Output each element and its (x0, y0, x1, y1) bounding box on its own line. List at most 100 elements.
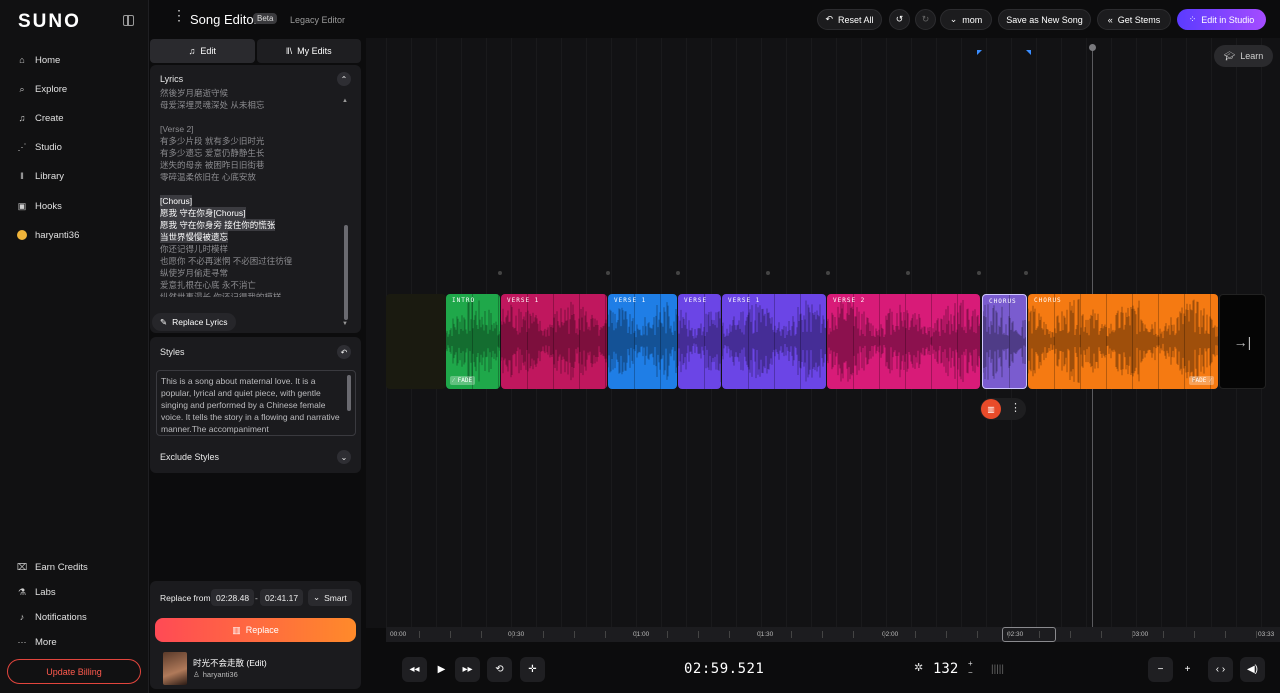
tab-edit[interactable]: ♫ Edit (150, 39, 255, 63)
snap-button[interactable]: ✛ (520, 657, 545, 682)
model-label: mom (962, 14, 983, 25)
legacy-editor-link[interactable]: Legacy Editor (290, 15, 345, 25)
learn-button[interactable]: 🎓︎ Learn (1214, 45, 1273, 67)
model-select[interactable]: ⌄ mom (940, 9, 992, 30)
song-section[interactable]: VERSE 1 (608, 294, 677, 389)
play-button[interactable]: ▶ (429, 657, 454, 682)
replace-section-button[interactable]: ▥ (981, 399, 1001, 419)
fast-forward-button[interactable]: ▸▸ (455, 657, 480, 682)
sidebar-item-earn-credits[interactable]: ⌧ Earn Credits (17, 557, 88, 577)
styles-scrollbar[interactable] (347, 375, 351, 411)
edit-in-studio-label: Edit in Studio (1201, 14, 1255, 25)
styles-textarea[interactable]: This is a song about maternal love. It i… (156, 370, 356, 436)
beat-line (774, 294, 775, 389)
lyrics-textarea[interactable]: 然後岁月磨逝守候 母爱深埋灵魂深处 从未相忘 [Verse 2] 有多少片段 就有多… (160, 87, 342, 297)
undo-button[interactable]: ↺ (889, 9, 910, 30)
zoom-out-button[interactable]: − (1148, 657, 1173, 682)
chevron-down-icon[interactable]: ⌄ (337, 450, 351, 464)
update-billing-button[interactable]: Update Billing (7, 659, 141, 684)
volume-button[interactable]: ◀) (1240, 657, 1265, 682)
ruler-tick (729, 631, 730, 638)
replace-button[interactable]: ▥ Replace (155, 618, 356, 642)
metronome-button[interactable]: ||||| (985, 657, 1010, 682)
sidebar-collapse-icon[interactable] (123, 15, 134, 26)
speaker-icon: ◀) (1246, 664, 1259, 675)
reset-all-label: Reset All (838, 14, 874, 25)
lyric-line: 纵然世事漫长 你还记得我的模样 (160, 292, 282, 297)
fade-tag[interactable]: ⁄ FADE (450, 376, 476, 385)
song-section[interactable]: CHORUS FADE ⁄ (1028, 294, 1218, 389)
chevron-down-icon: ⌄ (949, 14, 958, 24)
ruler-tick (1163, 631, 1164, 638)
timeline[interactable]: 🎓︎ Learn →| ▥ ⋮ INTRO ⁄ FADE VERSE 1 VERSE … (366, 38, 1280, 628)
ruler-tick (667, 631, 668, 638)
sidebar-item-library[interactable]: ‖ Library (17, 166, 64, 186)
graduation-cap-icon: 🎓︎ (1223, 50, 1236, 61)
replace-start-time[interactable]: 02:28.48 (211, 589, 255, 606)
playhead-handle[interactable] (1089, 44, 1096, 51)
beta-badge: Beta (253, 13, 278, 24)
sidebar-item-profile[interactable]: haryanti36 (17, 225, 79, 245)
song-section[interactable]: VERSE 2 (827, 294, 980, 389)
sidebar-item-create[interactable]: ♫ Create (17, 108, 64, 128)
song-title[interactable]: 时光不会走散 (Edit) (193, 657, 267, 669)
tab-my-edits[interactable]: ‖\ My Edits (256, 39, 361, 63)
exclude-styles-label[interactable]: Exclude Styles (160, 452, 219, 462)
lyrics-scrollbar[interactable] (344, 225, 348, 320)
loop-button[interactable]: ⟲ (487, 657, 512, 682)
reset-all-button[interactable]: ↶ Reset All (817, 9, 882, 30)
sidebar-item-explore[interactable]: ⌕ Explore (17, 79, 67, 99)
sidebar-item-labs[interactable]: ⚗ Labs (17, 582, 56, 602)
track-end-block[interactable]: →| (1219, 294, 1266, 389)
ruler-tick (1132, 631, 1133, 638)
beat-line (1080, 294, 1081, 389)
chevron-up-icon[interactable]: ⌃ (337, 72, 351, 86)
fade-tag[interactable]: FADE ⁄ (1188, 376, 1214, 385)
section-label: CHORUS (1034, 297, 1062, 304)
song-section[interactable]: VERSE 1 (722, 294, 826, 389)
save-as-new-song-button[interactable]: Save as New Song (998, 9, 1091, 30)
redo-button[interactable]: ↻ (915, 9, 936, 30)
header: ⋮ Song Editor Beta Legacy Editor ↶ Reset… (150, 0, 1280, 38)
sidebar-item-more[interactable]: ··· More (17, 632, 57, 652)
sidebar-item-studio[interactable]: ⋰ Studio (17, 137, 62, 157)
get-stems-button[interactable]: « Get Stems (1097, 9, 1171, 30)
region-end-marker[interactable] (1026, 50, 1031, 55)
sidebar-item-label: haryanti36 (35, 229, 80, 241)
more-icon: ··· (17, 637, 27, 647)
beat-dot (977, 271, 981, 275)
scroll-down-icon[interactable]: ▼ (342, 321, 348, 327)
time-ruler[interactable]: 00:00 00:30 01:00 01:30 02:00 02:30 03:00 03:33 (386, 627, 1280, 642)
rewind-button[interactable]: ◂◂ (402, 657, 427, 682)
region-start-marker[interactable] (977, 50, 982, 55)
loop-icon: ⟲ (495, 664, 504, 675)
smart-select[interactable]: ⌄ Smart (308, 589, 352, 606)
reset-styles-icon[interactable]: ↶ (337, 345, 351, 359)
rewind-icon: ◂◂ (409, 664, 420, 675)
zoom-in-button[interactable]: + (1175, 657, 1200, 682)
replace-lyrics-button[interactable]: ✎ Replace Lyrics (152, 313, 236, 331)
edit-in-studio-button[interactable]: ⁘ Edit in Studio (1177, 9, 1266, 30)
song-user[interactable]: ♙ haryanti36 (193, 670, 238, 679)
beat-line (704, 294, 705, 389)
kebab-menu-icon[interactable]: ⋮ (172, 8, 186, 22)
fit-width-button[interactable]: ‹ › (1208, 657, 1233, 682)
sidebar-item-home[interactable]: ⌂ Home (17, 50, 60, 70)
song-section[interactable]: INTRO ⁄ FADE (446, 294, 500, 389)
bpm-value[interactable]: 132 (933, 661, 958, 677)
song-cover-image[interactable] (163, 652, 187, 685)
sidebar-item-notifications[interactable]: ♪ Notifications (17, 607, 87, 627)
song-section[interactable]: VERSE (678, 294, 721, 389)
lyric-line: 然後岁月磨逝守候 (160, 88, 229, 98)
song-section[interactable]: CHORUS (982, 294, 1027, 389)
sidebar-item-hooks[interactable]: ▣ Hooks (17, 196, 62, 216)
suno-logo[interactable]: SUNO (18, 11, 81, 33)
bpm-stepper[interactable]: + − (968, 659, 973, 677)
section-more-icon[interactable]: ⋮ (1010, 401, 1021, 414)
beat-line (957, 294, 958, 389)
scroll-up-icon[interactable]: ▲ (342, 98, 348, 104)
sidebar-item-label: Create (35, 112, 64, 124)
replace-end-time[interactable]: 02:41.17 (260, 589, 304, 606)
gear-icon[interactable]: ✲ (914, 661, 923, 674)
song-section[interactable]: VERSE 1 (501, 294, 607, 389)
